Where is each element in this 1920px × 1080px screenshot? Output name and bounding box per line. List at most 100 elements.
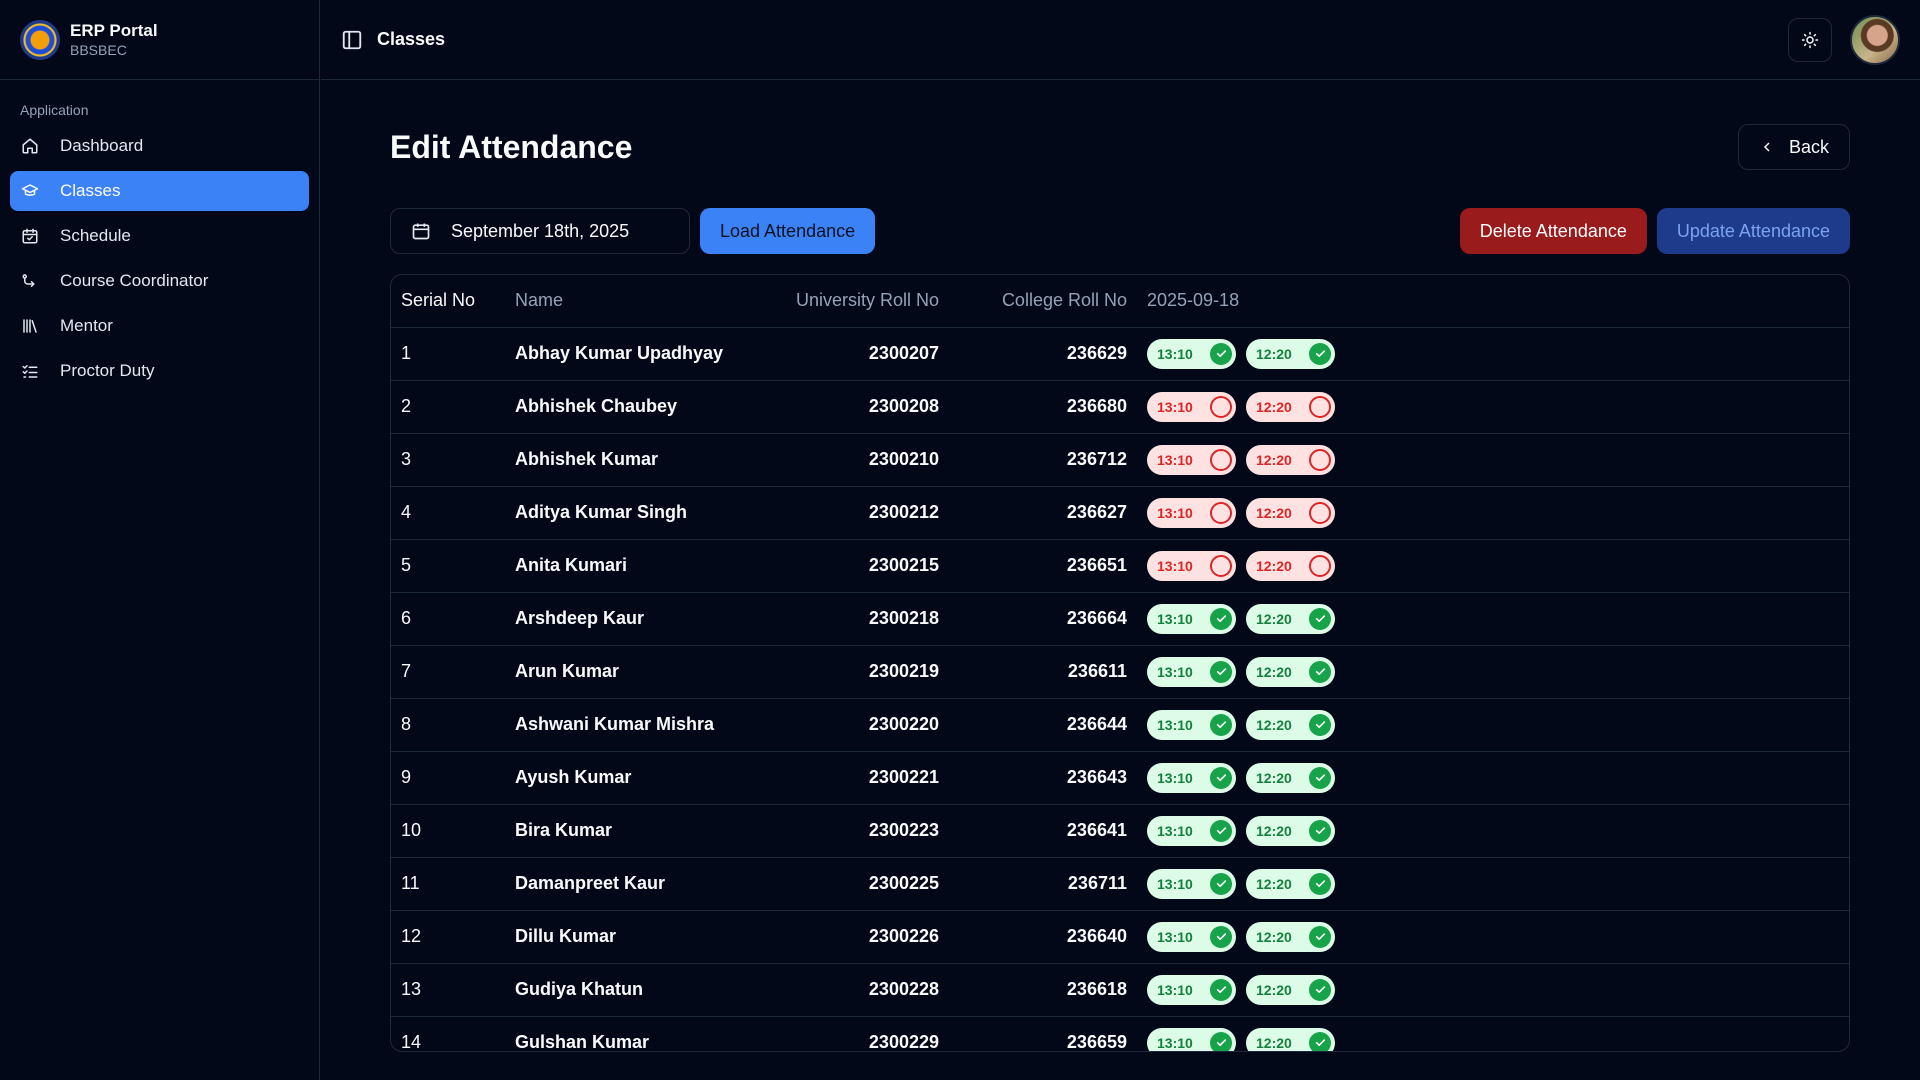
attendance-toggle-present[interactable]: 12:20: [1246, 656, 1335, 687]
slot-time-label: 12:20: [1256, 822, 1292, 839]
attendance-toggle-present[interactable]: 12:20: [1246, 338, 1335, 369]
attendance-toggle-absent[interactable]: 12:20: [1246, 444, 1335, 475]
delete-attendance-button[interactable]: Delete Attendance: [1459, 208, 1647, 254]
slot-time-label: 12:20: [1256, 345, 1292, 362]
sun-icon: [1801, 31, 1819, 49]
attendance-toggle-present[interactable]: 13:10: [1147, 1027, 1236, 1051]
attendance-toggle-absent[interactable]: 13:10: [1147, 497, 1236, 528]
cell-name: Arun Kumar: [515, 645, 777, 699]
back-button[interactable]: Back: [1737, 124, 1850, 170]
cell-name: Damanpreet Kaur: [515, 857, 777, 911]
sidebar-item-mentor[interactable]: Mentor: [10, 306, 309, 346]
cell-attendance: 13:10 12:20: [1127, 592, 1849, 646]
back-button-label: Back: [1788, 136, 1829, 157]
empty-circle-icon: [1210, 501, 1232, 524]
check-circle-icon: [1309, 1031, 1331, 1051]
cell-university-roll: 2300223: [777, 804, 939, 858]
attendance-toggle-present[interactable]: 12:20: [1246, 709, 1335, 740]
panel-left-icon[interactable]: [341, 28, 365, 52]
sidebar-item-course-coordinator[interactable]: Course Coordinator: [10, 261, 309, 301]
cell-name: Abhishek Kumar: [515, 433, 777, 487]
attendance-toggle-present[interactable]: 13:10: [1147, 974, 1236, 1005]
slot-time-label: 12:20: [1256, 928, 1292, 945]
attendance-table-body: 1 Abhay Kumar Upadhyay 2300207 236629 13:10 1…: [391, 327, 1849, 1051]
sidebar-item-label: Dashboard: [60, 136, 144, 155]
slot-time-label: 12:20: [1256, 557, 1292, 574]
attendance-toggle-present[interactable]: 12:20: [1246, 921, 1335, 952]
cell-attendance: 13:10 12:20: [1127, 486, 1849, 540]
attendance-toggle-present[interactable]: 13:10: [1147, 709, 1236, 740]
sidebar-item-proctor-duty[interactable]: Proctor Duty: [10, 351, 309, 391]
attendance-toggle-absent[interactable]: 13:10: [1147, 550, 1236, 581]
attendance-toggle-absent[interactable]: 12:20: [1246, 550, 1335, 581]
breadcrumb: Classes: [377, 29, 446, 49]
attendance-toggle-present[interactable]: 13:10: [1147, 815, 1236, 846]
slot-time-label: 12:20: [1256, 610, 1292, 627]
attendance-toggle-present[interactable]: 12:20: [1246, 974, 1335, 1005]
attendance-toggle-present[interactable]: 13:10: [1147, 762, 1236, 793]
calendar-icon: [412, 223, 430, 240]
empty-circle-icon: [1210, 448, 1232, 471]
update-attendance-button[interactable]: Update Attendance: [1656, 208, 1850, 254]
sidebar: ERP Portal BBSBEC Application Dashboard …: [0, 0, 320, 1080]
attendance-toggle-present[interactable]: 13:10: [1147, 921, 1236, 952]
cell-college-roll: 236644: [939, 698, 1127, 752]
attendance-toggle-present[interactable]: 12:20: [1246, 815, 1335, 846]
sidebar-item-classes[interactable]: Classes: [10, 171, 309, 211]
check-circle-icon: [1309, 925, 1331, 948]
avatar[interactable]: [1850, 14, 1900, 65]
slot-time-label: 13:10: [1157, 716, 1193, 733]
attendance-toggle-present[interactable]: 13:10: [1147, 603, 1236, 634]
cell-college-roll: 236659: [939, 1016, 1127, 1051]
slot-time-label: 13:10: [1157, 398, 1193, 415]
attendance-table-container[interactable]: Serial No Name University Roll No Colleg…: [390, 274, 1850, 1052]
cell-serial: 10: [391, 804, 515, 858]
slot-time-label: 13:10: [1157, 928, 1193, 945]
check-circle-icon: [1309, 713, 1331, 736]
check-circle-icon: [1210, 925, 1232, 948]
attendance-toggle-present[interactable]: 12:20: [1246, 762, 1335, 793]
cell-name: Dillu Kumar: [515, 910, 777, 964]
attendance-toggle-present[interactable]: 12:20: [1246, 868, 1335, 899]
attendance-toggle-present[interactable]: 13:10: [1147, 338, 1236, 369]
cell-name: Abhay Kumar Upadhyay: [515, 327, 777, 381]
check-circle-icon: [1210, 342, 1232, 365]
check-circle-icon: [1309, 872, 1331, 895]
attendance-toggle-absent[interactable]: 13:10: [1147, 391, 1236, 422]
slot-time-label: 12:20: [1256, 875, 1292, 892]
attendance-toggle-absent[interactable]: 13:10: [1147, 444, 1236, 475]
header-serial: Serial No: [391, 275, 515, 328]
cell-serial: 8: [391, 698, 515, 752]
attendance-toggle-present[interactable]: 12:20: [1246, 603, 1335, 634]
slot-time-label: 13:10: [1157, 345, 1193, 362]
attendance-toggle-present[interactable]: 13:10: [1147, 656, 1236, 687]
attendance-toggle-absent[interactable]: 12:20: [1246, 391, 1335, 422]
cell-name: Ashwani Kumar Mishra: [515, 698, 777, 752]
check-circle-icon: [1210, 607, 1232, 630]
sidebar-item-dashboard[interactable]: Dashboard: [10, 126, 309, 166]
cell-college-roll: 236641: [939, 804, 1127, 858]
load-attendance-button[interactable]: Load Attendance: [700, 208, 876, 254]
sidebar-item-label: Proctor Duty: [60, 361, 155, 380]
cell-university-roll: 2300229: [777, 1016, 939, 1051]
slot-time-label: 12:20: [1256, 663, 1292, 680]
slot-time-label: 13:10: [1157, 663, 1193, 680]
theme-toggle-button[interactable]: [1788, 17, 1832, 62]
attendance-toggle-present[interactable]: 12:20: [1246, 1027, 1335, 1051]
attendance-toggle-absent[interactable]: 12:20: [1246, 497, 1335, 528]
check-circle-icon: [1309, 819, 1331, 842]
cell-college-roll: 236664: [939, 592, 1127, 646]
cell-college-roll: 236618: [939, 963, 1127, 1017]
date-picker-button[interactable]: September 18th, 2025: [390, 208, 690, 254]
sidebar-item-label: Course Coordinator: [60, 271, 209, 290]
date-value: September 18th, 2025: [451, 220, 630, 241]
sidebar-item-label: Classes: [60, 181, 121, 200]
cell-serial: 6: [391, 592, 515, 646]
attendance-toggle-present[interactable]: 13:10: [1147, 868, 1236, 899]
sidebar-item-schedule[interactable]: Schedule: [10, 216, 309, 256]
empty-circle-icon: [1309, 448, 1331, 471]
sidebar-group-label: Application: [20, 102, 89, 118]
brand[interactable]: ERP Portal BBSBEC: [0, 0, 319, 80]
slot-time-label: 12:20: [1256, 398, 1292, 415]
cell-name: Abhishek Chaubey: [515, 380, 777, 434]
